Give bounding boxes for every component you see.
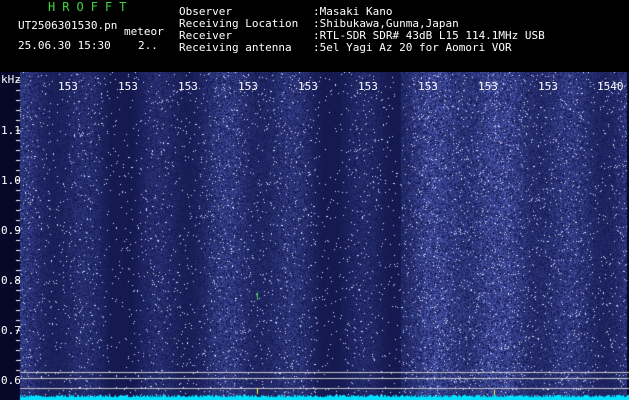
x-tick-label: 153 [478, 80, 498, 93]
x-tick-label: 153 [58, 80, 78, 93]
x-tick-label: 153 [418, 80, 438, 93]
app-title: HROFFT [48, 0, 134, 14]
date-time: 25.06.30 15:30 [18, 39, 111, 52]
file-name: UT2506301530.pn [18, 19, 118, 32]
meteor-label: meteor [124, 25, 164, 38]
khz-unit-label: kHz [1, 73, 21, 86]
y-tick-label: 0.8 [1, 274, 21, 287]
x-tick-label: 153 [298, 80, 318, 93]
x-tick-label: 153 [358, 80, 378, 93]
spectrogram-canvas [0, 72, 629, 400]
x-tick-label: 1540 [597, 80, 624, 93]
y-tick-label: 1.0 [1, 174, 21, 187]
x-tick-label: 153 [178, 80, 198, 93]
x-tick-label: 153 [238, 80, 258, 93]
x-tick-label: 153 [118, 80, 138, 93]
antenna-value: :5el Yagi Az 20 for Aomori VOR [313, 41, 512, 54]
y-tick-label: 0.7 [1, 324, 21, 337]
x-tick-label: 153 [538, 80, 558, 93]
antenna-key: Receiving antenna [179, 41, 292, 54]
meteor-count: 2.. [138, 39, 158, 52]
y-tick-label: 1.1 [1, 124, 21, 137]
y-tick-label: 0.6 [1, 374, 21, 387]
y-tick-label: 0.9 [1, 224, 21, 237]
